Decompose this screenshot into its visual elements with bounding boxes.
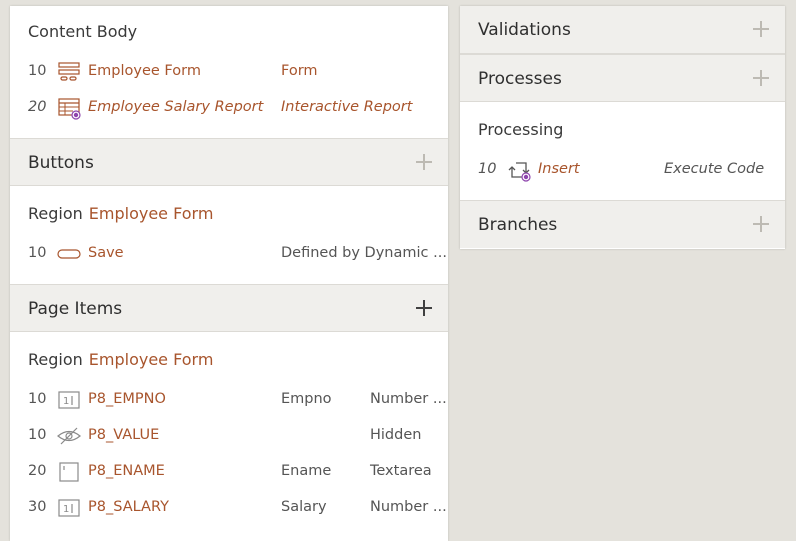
add-process-plus-icon[interactable] — [751, 68, 771, 88]
region-name[interactable]: Employee Salary Report — [88, 99, 263, 115]
svg-text:1: 1 — [63, 396, 69, 407]
branches-section-header[interactable]: Branches — [460, 200, 785, 248]
item-type: Hidden — [370, 427, 422, 443]
item-label: Salary — [281, 499, 327, 515]
region-name[interactable]: Employee Form — [89, 350, 214, 369]
buttons-region-label: Region Employee Form — [28, 204, 213, 223]
sequence: 20 — [28, 463, 47, 479]
item-name[interactable]: P8_ENAME — [88, 463, 165, 479]
sequence: 10 — [478, 161, 497, 177]
page-item-row-p8-empno[interactable]: 10 1 P8_EMPNO Empno Number ... — [28, 388, 447, 412]
page-items-region-label: Region Employee Form — [28, 350, 213, 369]
region-row-employee-salary-report[interactable]: 20 Employee Salary Report Interactive Re… — [28, 96, 438, 120]
region-prefix: Region — [28, 204, 83, 223]
page-item-row-p8-salary[interactable]: 30 1 P8_SALARY Salary Number ... — [28, 496, 447, 520]
region-name[interactable]: Employee Form — [88, 63, 201, 79]
section-title: Validations — [478, 20, 571, 40]
sequence: 10 — [28, 63, 47, 79]
region-type: Interactive Report — [281, 99, 413, 115]
region-row-employee-form[interactable]: 10 Employee Form Form — [28, 60, 438, 84]
process-row-insert[interactable]: 10 Insert Execute Code — [478, 158, 778, 182]
process-type: Execute Code — [664, 161, 765, 177]
button-name[interactable]: Save — [88, 245, 124, 261]
region-type: Form — [281, 63, 318, 79]
item-type: Number ... — [370, 391, 447, 407]
item-type: Textarea — [370, 463, 432, 479]
page-item-row-p8-ename[interactable]: 20 P8_ENAME Ename Textarea — [28, 460, 438, 484]
item-name[interactable]: P8_EMPNO — [88, 391, 166, 407]
add-button-plus-icon[interactable] — [414, 152, 434, 172]
region-prefix: Region — [28, 350, 83, 369]
hidden-item-icon — [57, 424, 81, 448]
processing-label: Processing — [478, 120, 564, 139]
section-title: Processes — [478, 69, 562, 89]
add-page-item-plus-icon[interactable] — [414, 298, 434, 318]
page-items-section-header[interactable]: Page Items — [10, 284, 448, 332]
item-name[interactable]: P8_VALUE — [88, 427, 159, 443]
button-row-save[interactable]: 10 Save Defined by Dynamic ... — [28, 242, 447, 266]
form-region-icon — [57, 60, 81, 84]
interactive-report-icon — [57, 96, 81, 120]
sequence: 20 — [28, 99, 47, 115]
number-field-icon: 1 — [57, 496, 81, 520]
button-icon — [57, 242, 81, 266]
number-field-icon: 1 — [57, 388, 81, 412]
item-label: Ename — [281, 463, 332, 479]
sequence: 10 — [28, 245, 47, 261]
add-validation-plus-icon[interactable] — [751, 19, 771, 39]
button-action: Defined by Dynamic ... — [281, 245, 447, 261]
page-item-row-p8-value[interactable]: 10 P8_VALUE Hidden — [28, 424, 438, 448]
processing-tree-panel: Validations Processes Processing 10 Inse… — [460, 6, 785, 249]
textarea-icon — [57, 460, 81, 484]
process-icon — [507, 158, 531, 182]
item-type: Number ... — [370, 499, 447, 515]
sequence: 30 — [28, 499, 47, 515]
buttons-section-header[interactable]: Buttons — [10, 138, 448, 186]
item-label: Empno — [281, 391, 332, 407]
add-branch-plus-icon[interactable] — [751, 214, 771, 234]
region-name[interactable]: Employee Form — [89, 204, 214, 223]
validations-section-header[interactable]: Validations — [460, 6, 785, 54]
item-name[interactable]: P8_SALARY — [88, 499, 169, 515]
svg-text:1: 1 — [63, 504, 69, 515]
sequence: 10 — [28, 391, 47, 407]
processes-section-header[interactable]: Processes — [460, 54, 785, 102]
section-title: Branches — [478, 215, 558, 235]
process-name[interactable]: Insert — [538, 161, 580, 177]
section-title: Page Items — [28, 299, 123, 319]
rendering-tree-panel: Content Body 10 Employee Form Form 20 Em… — [10, 6, 448, 541]
content-body-label: Content Body — [28, 22, 138, 41]
section-title: Buttons — [28, 153, 94, 173]
sequence: 10 — [28, 427, 47, 443]
